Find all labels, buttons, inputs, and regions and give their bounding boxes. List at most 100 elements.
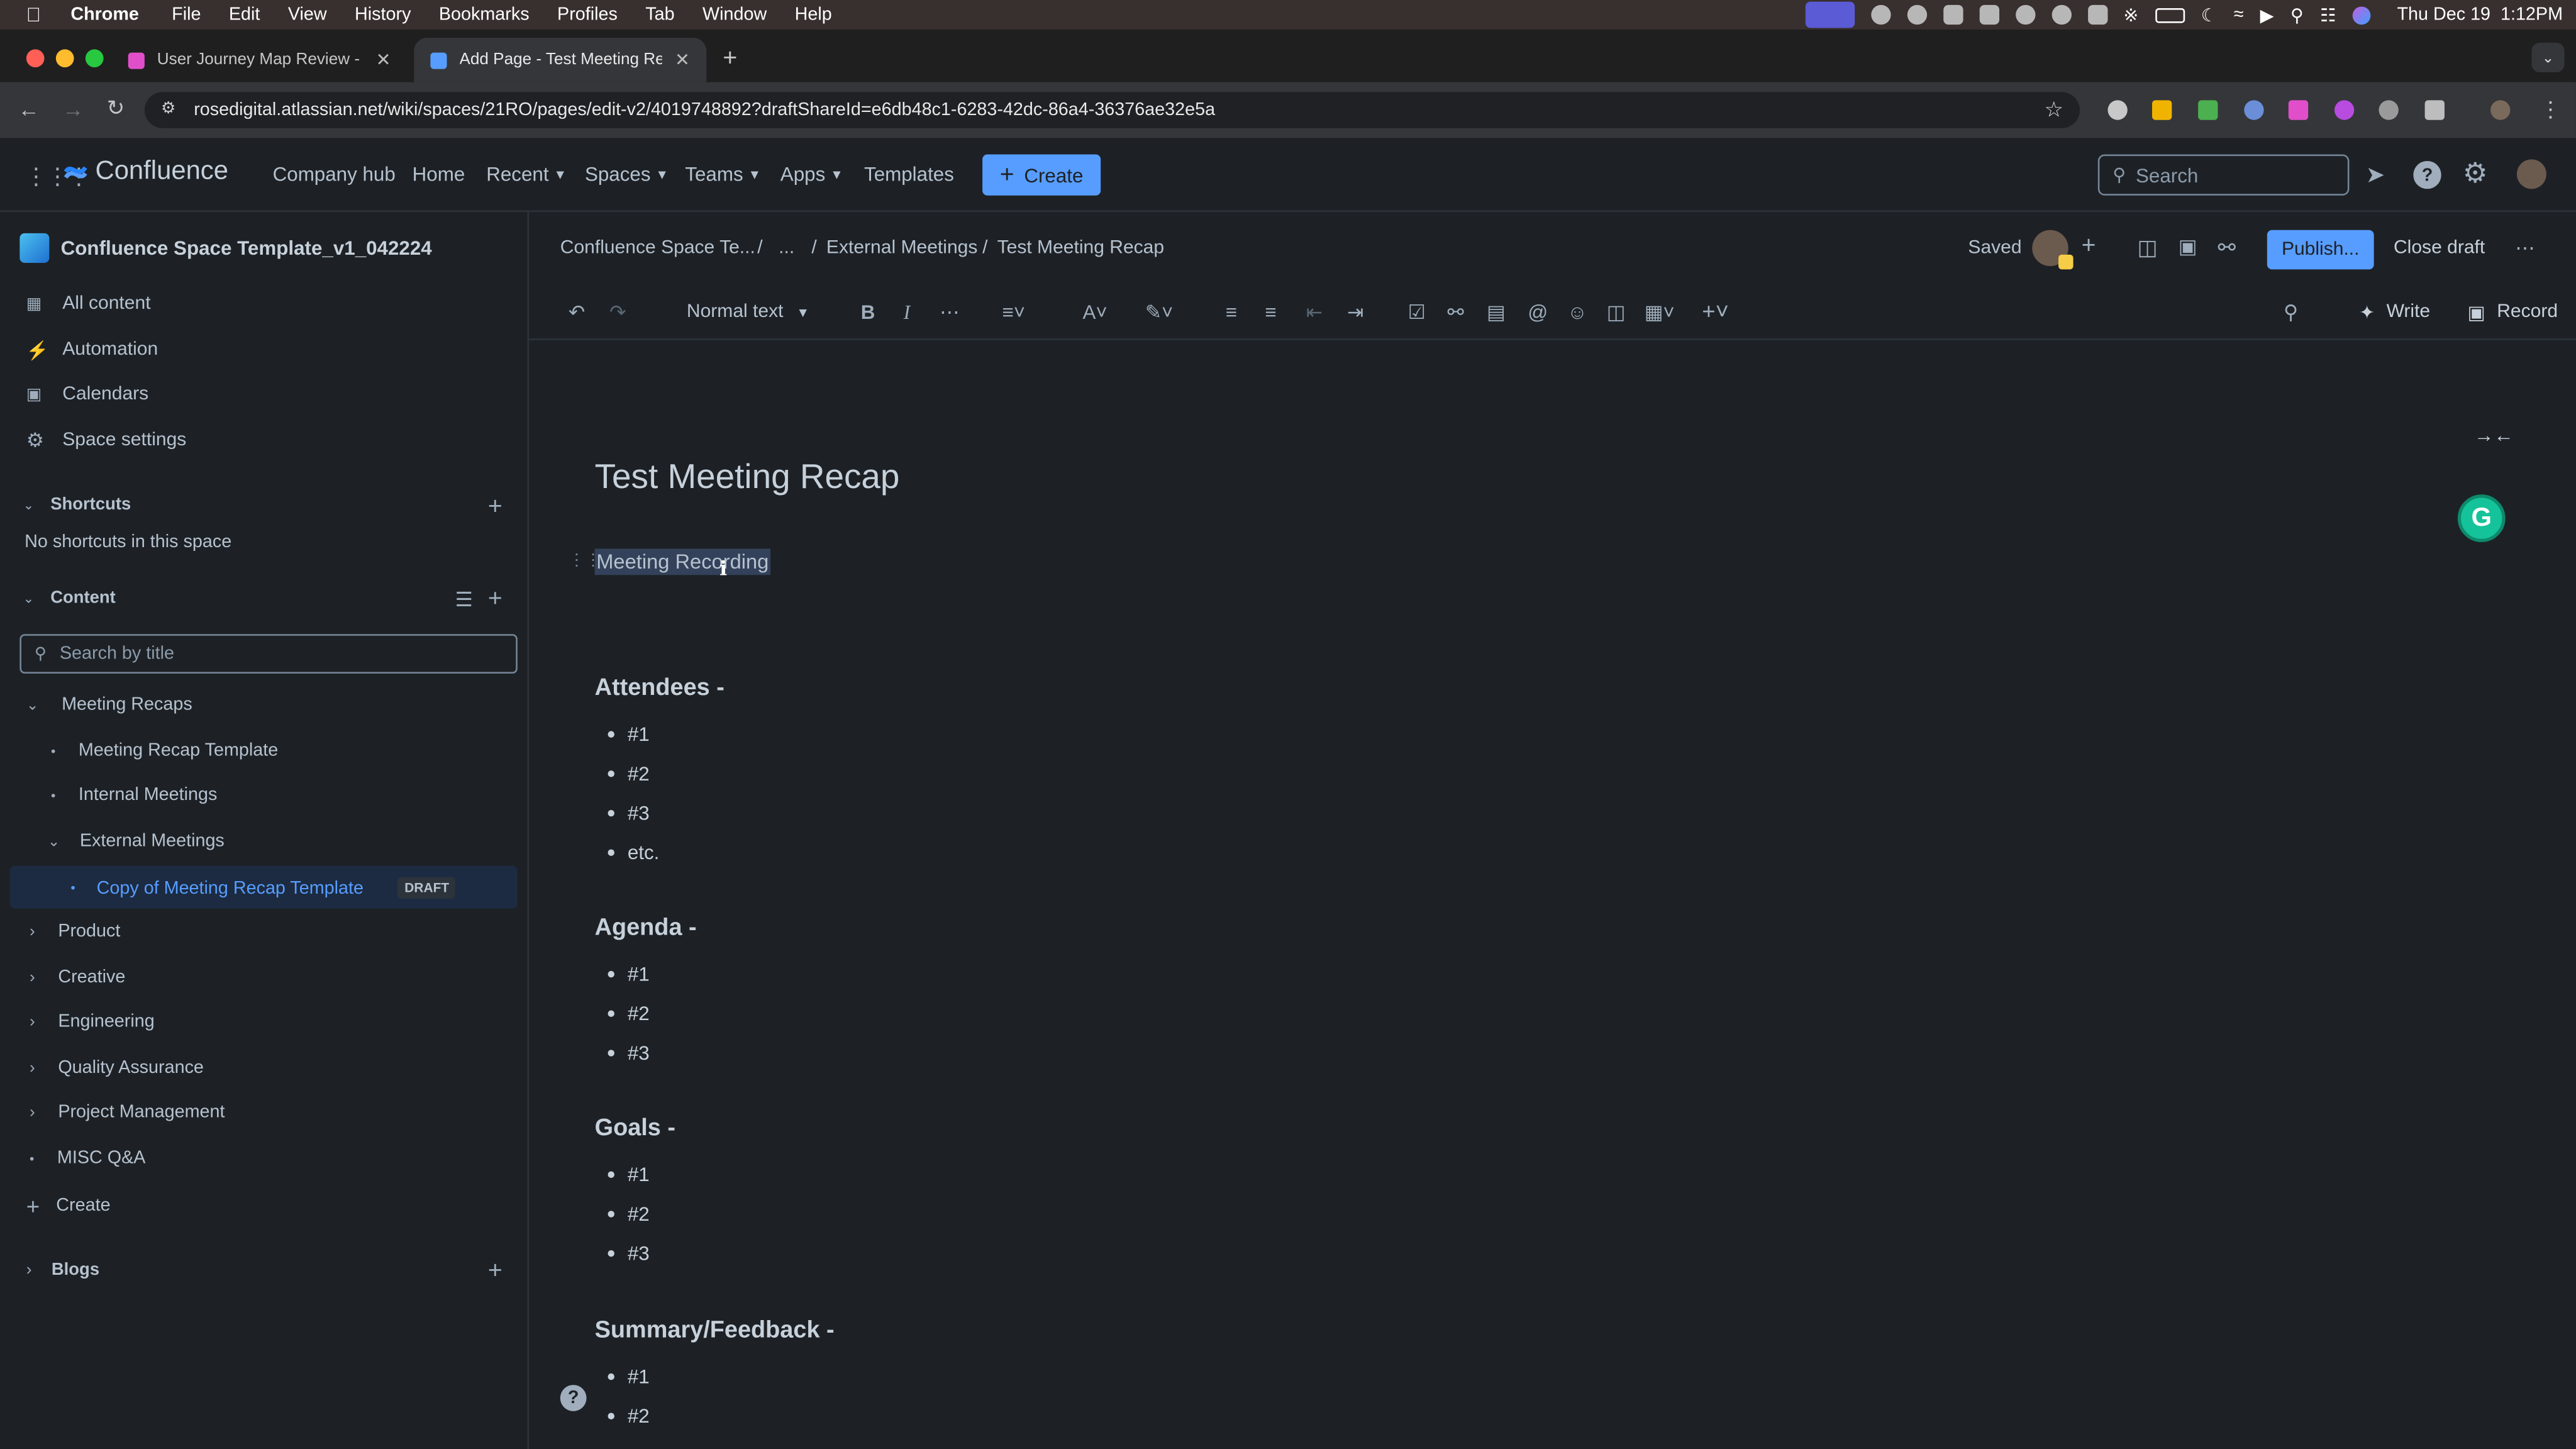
chevron-down-icon[interactable]: ⌄ <box>48 832 60 850</box>
extension-icon[interactable] <box>2244 100 2264 120</box>
menu-profiles[interactable]: Profiles <box>557 5 618 25</box>
image-icon[interactable]: ▤ <box>1487 301 1506 324</box>
tree-item-product[interactable]: › Product <box>30 921 120 941</box>
chevron-right-icon[interactable]: › <box>30 923 35 941</box>
nav-apps[interactable]: Apps ▼ <box>780 163 843 186</box>
outdent-icon[interactable]: ⇤ <box>1306 301 1323 324</box>
apple-icon[interactable]:  <box>26 3 42 26</box>
filter-icon[interactable]: ☰ <box>455 588 473 611</box>
nav-templates[interactable]: Templates <box>864 163 954 186</box>
menubar-datetime[interactable]: Thu Dec 19 1:12PM <box>2397 5 2563 25</box>
control-center-icon[interactable]: ☷ <box>2320 4 2336 26</box>
zoom-window-button[interactable] <box>85 49 104 68</box>
menu-view[interactable]: View <box>288 5 327 25</box>
nav-company-hub[interactable]: Company hub <box>273 163 396 186</box>
site-info-icon[interactable]: ⚙ <box>161 100 175 118</box>
list-item[interactable]: etc. <box>608 841 659 864</box>
undo-icon[interactable]: ↶ <box>569 301 585 324</box>
blogs-section-header[interactable]: › Blogs <box>26 1260 99 1280</box>
tab-search-icon[interactable]: ⌄ <box>2531 42 2565 72</box>
bolt-status-icon[interactable] <box>2015 4 2035 25</box>
tree-item-quality-assurance[interactable]: › Quality Assurance <box>30 1058 204 1077</box>
reload-icon[interactable]: ↻ <box>107 96 125 122</box>
section-heading[interactable]: Goals - <box>595 1116 675 1142</box>
list-item[interactable]: #3 <box>608 1041 650 1065</box>
list-item[interactable]: #2 <box>608 1202 650 1226</box>
forward-icon[interactable]: → <box>62 97 84 121</box>
chevron-down-icon[interactable]: ⌄ <box>26 696 39 714</box>
list-item[interactable]: #2 <box>608 762 650 786</box>
list-item[interactable]: #1 <box>608 963 650 985</box>
redo-icon[interactable]: ↷ <box>609 301 626 324</box>
play-icon[interactable]: ▶ <box>2260 4 2274 26</box>
user-avatar[interactable] <box>2516 159 2546 189</box>
settings-gear-icon[interactable]: ⚙ <box>2463 158 2488 191</box>
tree-item-internal-meetings[interactable]: • Internal Meetings <box>51 786 217 805</box>
selected-text[interactable]: Meeting Recording <box>594 548 770 575</box>
record-button[interactable]: ▣ Record <box>2468 301 2558 324</box>
list-item[interactable]: #2 <box>608 1404 650 1428</box>
list-item[interactable]: #2 <box>608 1002 650 1025</box>
chevron-right-icon[interactable]: › <box>30 969 35 987</box>
tree-item-creative[interactable]: › Creative <box>30 968 125 987</box>
back-icon[interactable]: ← <box>18 97 40 121</box>
minimize-window-button[interactable] <box>55 49 74 68</box>
extensions-puzzle-icon[interactable] <box>2424 100 2445 120</box>
close-draft-button[interactable]: Close draft <box>2394 238 2485 258</box>
link-icon[interactable]: ⚯ <box>1447 301 1463 324</box>
breadcrumb-external-meetings[interactable]: External Meetings <box>826 238 977 258</box>
extension-icon[interactable] <box>2198 100 2218 120</box>
breadcrumb-space[interactable]: Confluence Space Te... <box>560 238 755 258</box>
list-item[interactable]: #1 <box>608 723 650 746</box>
menu-window[interactable]: Window <box>702 5 767 25</box>
restrictions-lock-icon[interactable]: ▣ <box>2179 235 2197 258</box>
add-shortcut-icon[interactable]: + <box>488 493 502 521</box>
chrome-menu-icon[interactable]: ⋮ <box>2540 97 2561 123</box>
moon-icon[interactable]: ☾ <box>2201 4 2218 26</box>
menu-help[interactable]: Help <box>795 5 832 25</box>
indent-icon[interactable]: ⇥ <box>1347 301 1363 324</box>
siri-icon[interactable] <box>2352 6 2371 24</box>
collapse-width-icon[interactable]: →← <box>2474 424 2514 447</box>
find-replace-icon[interactable]: ⚲ <box>2284 301 2298 324</box>
profile-avatar[interactable] <box>2490 100 2511 120</box>
publish-button[interactable]: Publish... <box>2267 230 2374 270</box>
help-icon[interactable]: ? <box>2413 160 2441 189</box>
extension-icon[interactable] <box>2334 100 2355 120</box>
bold-icon[interactable]: B <box>861 301 875 324</box>
battery-icon[interactable] <box>2155 7 2185 23</box>
tree-item-misc-qa[interactable]: • MISC Q&A <box>30 1148 145 1168</box>
wifi-icon[interactable]: ≈ <box>2234 5 2244 25</box>
table-icon[interactable]: ▦˅ <box>1645 301 1675 324</box>
list-item[interactable]: #1 <box>608 1365 650 1388</box>
close-window-button[interactable] <box>26 49 45 68</box>
editor-help-icon[interactable]: ? <box>560 1385 587 1411</box>
highlight-icon[interactable]: ✎˅ <box>1145 301 1174 324</box>
text-style-dropdown[interactable]: Normal text ▼ <box>687 303 809 322</box>
alignment-icon[interactable]: ≡˅ <box>1002 301 1025 324</box>
insert-more-icon[interactable]: +˅ <box>1702 297 1729 324</box>
space-header[interactable]: Confluence Space Template_v1_042224 <box>19 233 432 263</box>
nav-home[interactable]: Home <box>413 163 465 186</box>
list-item[interactable]: #1 <box>608 1163 650 1186</box>
menu-edit[interactable]: Edit <box>229 5 260 25</box>
shortcuts-section-header[interactable]: ⌄ Shortcuts <box>23 494 131 514</box>
menu-file[interactable]: File <box>172 5 201 25</box>
content-section-header[interactable]: ⌄ Content <box>23 588 116 608</box>
list-item[interactable]: #3 <box>608 802 650 824</box>
extension-icon[interactable] <box>2151 100 2172 120</box>
sidebar-item-all-content[interactable]: ▦ All content <box>26 287 151 320</box>
section-heading[interactable]: Attendees - <box>595 675 724 702</box>
copy-link-icon[interactable]: ⚯ <box>2218 235 2235 262</box>
confluence-logo[interactable]: Confluence <box>64 158 228 187</box>
bookmark-star-icon[interactable]: ☆ <box>2044 97 2063 123</box>
section-heading[interactable]: Summary/Feedback - <box>595 1318 835 1344</box>
mention-icon[interactable]: @ <box>1528 301 1548 324</box>
chevron-right-icon[interactable]: › <box>30 1059 35 1077</box>
extension-icon[interactable] <box>2379 100 2399 120</box>
chevron-right-icon[interactable]: › <box>30 1013 35 1031</box>
sidebar-item-automation[interactable]: ⚡ Automation <box>26 333 158 366</box>
add-blog-icon[interactable]: + <box>488 1257 502 1284</box>
display-status-icon[interactable] <box>2087 4 2107 25</box>
sidebar-create-button[interactable]: + Create <box>26 1192 111 1219</box>
